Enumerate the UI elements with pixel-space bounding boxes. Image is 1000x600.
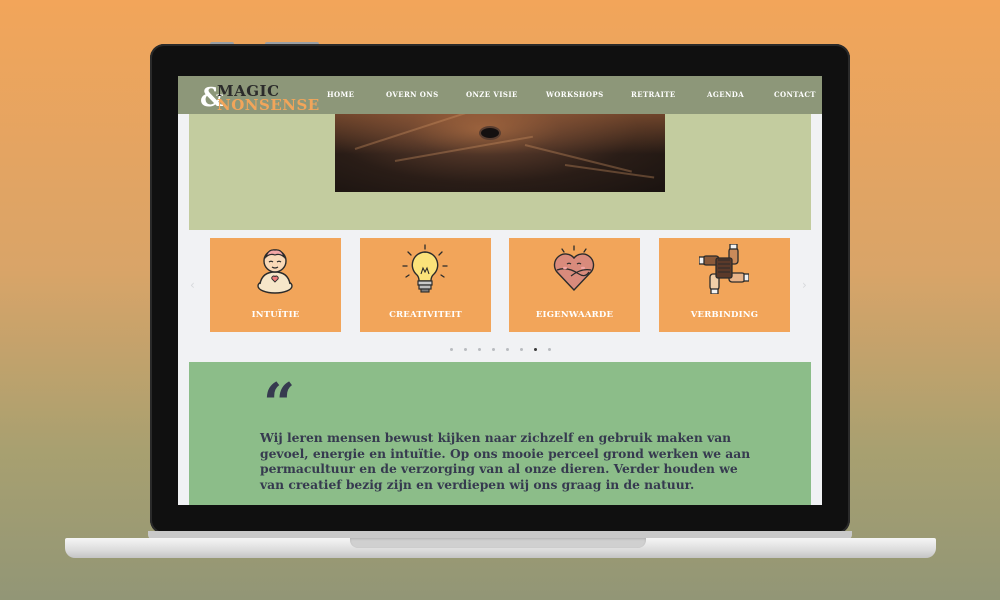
carousel-dot[interactable] [464,348,467,351]
card-creativiteit[interactable]: CREATIVITEIT [360,238,491,332]
site-logo[interactable]: & MAGIC NONSENSE [200,80,319,114]
lightbulb-icon [402,244,448,293]
nav-item-home[interactable]: HOME [327,90,354,99]
meditating-person-icon [257,249,293,294]
laptop-base-notch [350,538,646,548]
carousel-dot[interactable] [478,348,481,351]
carousel-dot-active[interactable] [534,348,537,351]
card-label: EIGENWAARDE [535,310,614,320]
horse-photo [335,110,665,192]
carousel-dots [448,348,558,354]
card-eigenwaarde[interactable]: EIGENWAARDE [509,238,640,332]
card-label: CREATIVITEIT [389,310,462,320]
card-intuitie[interactable]: INTUÏTIE [210,238,341,332]
carousel-dot[interactable] [548,348,551,351]
nav-item-retraite[interactable]: RETRAITE [631,90,676,99]
card-verbinding[interactable]: VERBINDING [659,238,790,332]
carousel-dot[interactable] [450,348,453,351]
site-navbar: & MAGIC NONSENSE HOME OVERN ONS ONZE VIS… [178,76,822,114]
quote-text: Wij leren mensen bewust kijken naar zich… [260,430,751,492]
nav-item-workshops[interactable]: WORKSHOPS [546,90,604,99]
nav-item-onze-visie[interactable]: ONZE VISIE [466,90,518,99]
values-carousel: INTUÏTIE CREATIVITEIT EIGENWAARDE VERBIN… [178,238,822,334]
laptop-screen: & MAGIC NONSENSE HOME OVERN ONS ONZE VIS… [178,76,822,505]
horse-eye [481,128,499,138]
carousel-dot[interactable] [492,348,495,351]
nav-menu: HOME OVERN ONS ONZE VISIE WORKSHOPS RETR… [326,76,822,114]
logo-line-nonsense: NONSENSE [217,96,320,114]
hero-section [189,110,811,230]
joined-hands-icon [699,244,749,294]
nav-item-contact[interactable]: CONTACT [774,90,816,99]
nav-item-agenda[interactable]: AGENDA [707,90,744,99]
nav-item-overn-ons[interactable]: OVERN ONS [386,90,439,99]
carousel-dot[interactable] [520,348,523,351]
card-label: INTUÏTIE [251,310,300,320]
carousel-dot[interactable] [506,348,509,351]
quote-section: “ Wij leren mensen bewust kijken naar zi… [189,362,811,505]
quote-mark-icon: “ [263,371,296,437]
card-label: VERBINDING [690,310,759,320]
self-hug-heart-icon [553,245,595,292]
